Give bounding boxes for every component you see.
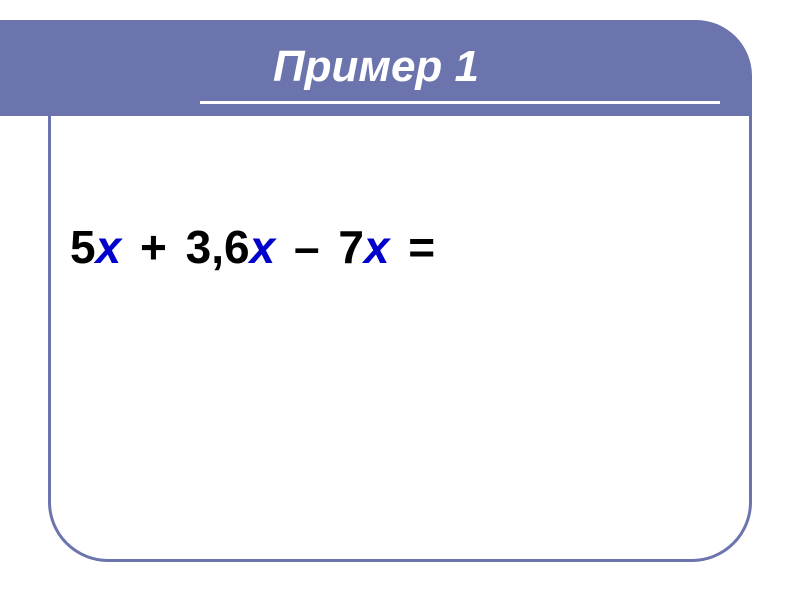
operator-minus: – [288, 221, 326, 273]
slide: Пример 1 5x + 3,6x – 7x = [0, 0, 800, 600]
slide-title: Пример 1 [0, 42, 752, 92]
header-underline [200, 101, 720, 104]
term2-coef: 3,6 [186, 221, 250, 273]
content-frame [48, 56, 752, 562]
equals-sign: = [402, 221, 435, 273]
operator-plus: + [134, 221, 173, 273]
term2-var: x [250, 221, 276, 273]
term3-var: x [364, 221, 390, 273]
term3-coef: 7 [338, 221, 364, 273]
term1-var: x [96, 221, 122, 273]
term1-coef: 5 [70, 221, 96, 273]
equation: 5x + 3,6x – 7x = [70, 220, 435, 274]
header-bar: Пример 1 [0, 20, 752, 116]
